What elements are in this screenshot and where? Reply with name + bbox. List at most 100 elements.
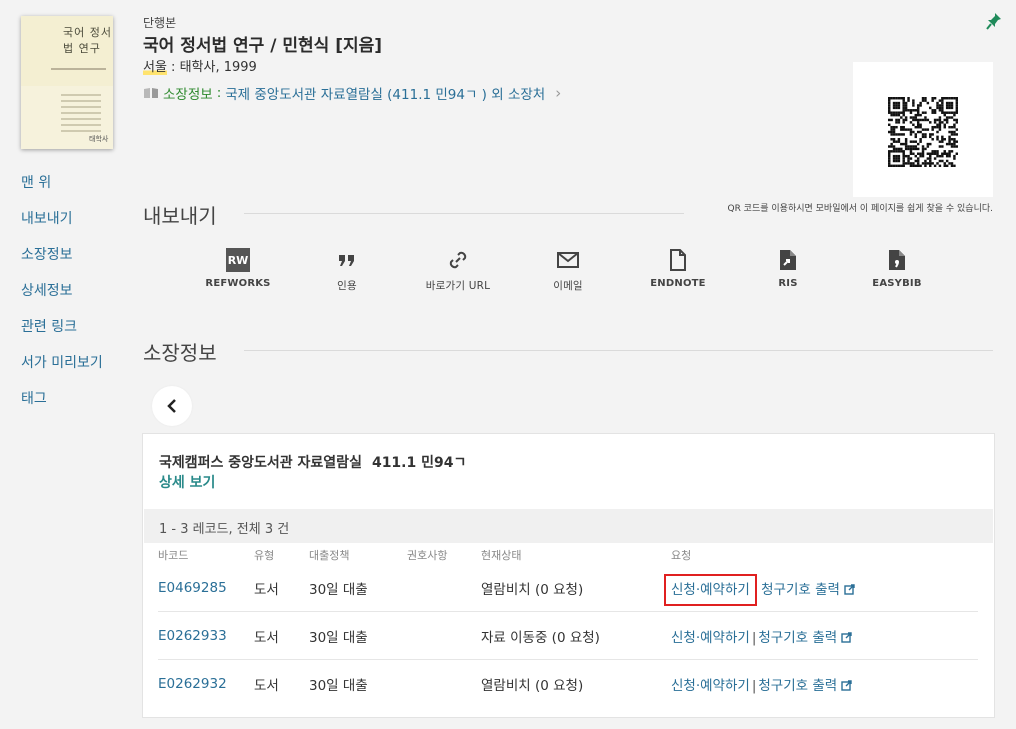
qr-code xyxy=(853,62,993,197)
divider xyxy=(244,213,684,214)
type-cell: 도서 xyxy=(254,611,309,660)
external-link-icon xyxy=(844,583,855,595)
print-call-number-link[interactable]: 청구기호 출력 xyxy=(761,582,855,598)
barcode-cell[interactable]: E0262932 xyxy=(158,660,254,708)
record-count-bar: 1 - 3 레코드, 전체 3 건 xyxy=(144,509,993,543)
column-header: 대출정책 xyxy=(309,549,350,562)
holding-label: 소장정보 xyxy=(163,87,213,103)
request-reserve-link[interactable]: 신청·예약하기 xyxy=(664,573,757,606)
book-title: 국어 정서법 연구 / 민현식 [지음] xyxy=(143,36,383,56)
endnote-file-icon xyxy=(670,249,686,271)
export-cite-button[interactable]: 인용 xyxy=(302,248,392,293)
nav-item-shelf-preview[interactable]: 서가 미리보기 xyxy=(21,354,103,390)
location-name: 국제캠퍼스 중앙도서관 자료열람실 xyxy=(159,455,362,471)
export-easybib-button[interactable]: EASYBIB xyxy=(852,248,942,289)
print-call-number-label: 청구기호 출력 xyxy=(758,677,838,694)
prev-button[interactable] xyxy=(152,386,192,426)
nav-item-top[interactable]: 맨 위 xyxy=(21,174,103,210)
barcode-cell[interactable]: E0469285 xyxy=(158,564,254,612)
type-cell: 도서 xyxy=(254,677,279,694)
status-cell: 자료 이동중 (0 요청) xyxy=(481,611,671,660)
volume-cell xyxy=(407,564,481,612)
holding-location: 국제캠퍼스 중앙도서관 자료열람실 411.1 민94ㄱ xyxy=(159,452,466,472)
request-cell: 신청·예약하기 | 청구기호 출력 xyxy=(671,660,978,708)
separator: | xyxy=(751,629,757,646)
export-label: ENDNOTE xyxy=(650,278,706,289)
detail-view-link[interactable]: 상세 보기 xyxy=(159,472,215,492)
export-shortcut-url-button[interactable]: 바로가기 URL xyxy=(413,248,503,293)
column-header: 요청 xyxy=(671,549,692,562)
pin-icon[interactable] xyxy=(986,12,1002,30)
left-nav: 맨 위 내보내기 소장정보 상세정보 관련 링크 서가 미리보기 태그 xyxy=(21,174,103,426)
ris-file-icon xyxy=(780,250,796,270)
separator: | xyxy=(751,677,757,694)
holdings-section-title: 소장정보 xyxy=(143,341,217,365)
export-label: EASYBIB xyxy=(872,278,922,289)
external-link-icon xyxy=(841,679,852,691)
chevron-right-icon: › xyxy=(555,84,562,102)
quote-icon xyxy=(339,255,354,266)
cover-publisher: 태학사 xyxy=(89,135,109,143)
holding-card: 국제캠퍼스 중앙도서관 자료열람실 411.1 민94ㄱ 상세 보기 1 - 3 … xyxy=(142,433,995,718)
chevron-left-icon xyxy=(167,399,176,413)
cover-title: 국어 정서법 연구 xyxy=(63,26,112,55)
status-cell: 열람비치 (0 요청) xyxy=(481,564,671,612)
column-header: 권호사항 xyxy=(407,549,448,562)
export-label: RIS xyxy=(778,278,798,289)
nav-item-related-links[interactable]: 관련 링크 xyxy=(21,318,103,354)
holding-summary-link[interactable]: 소장정보 : 국제 중앙도서관 자료열람실 (411.1 민94ㄱ ) 외 소장… xyxy=(143,83,561,103)
export-label: 인용 xyxy=(337,280,357,292)
table-header-row: 바코드 유형 대출정책 권호사항 현재상태 요청 xyxy=(158,546,978,564)
publisher-place: 서울 xyxy=(143,60,167,75)
policy-cell: 30일 대출 xyxy=(309,564,407,612)
email-icon xyxy=(557,252,579,268)
material-type-label: 단행본 xyxy=(143,16,177,30)
print-call-number-label: 청구기호 출력 xyxy=(761,581,840,598)
export-ris-button[interactable]: RIS xyxy=(743,248,833,289)
nav-item-details[interactable]: 상세정보 xyxy=(21,282,103,318)
volume-cell xyxy=(407,660,481,708)
easybib-file-icon xyxy=(889,250,905,270)
column-header: 바코드 xyxy=(158,549,189,562)
print-call-number-label: 청구기호 출력 xyxy=(758,629,838,646)
publisher-rest: : 태학사, 1999 xyxy=(166,60,257,75)
publisher-info: 서울 : 태학사, 1999 xyxy=(143,56,257,75)
record-count: 1 - 3 레코드, 전체 3 건 xyxy=(159,522,290,537)
print-call-number-link[interactable]: 청구기호 출력 xyxy=(758,678,852,694)
export-label: REFWORKS xyxy=(205,278,271,289)
type-cell: 도서 xyxy=(254,564,309,612)
items-table: 바코드 유형 대출정책 권호사항 현재상태 요청 E0469285 도서 30일… xyxy=(158,546,978,707)
export-label: 이메일 xyxy=(553,280,583,292)
external-link-icon xyxy=(841,631,852,643)
policy-cell: 30일 대출 xyxy=(309,677,368,694)
export-refworks-button[interactable]: RW REFWORKS xyxy=(193,248,283,289)
request-cell: 신청·예약하기 | 청구기호 출력 xyxy=(671,611,978,660)
barcode-cell[interactable]: E0262933 xyxy=(158,611,254,660)
export-section-title: 내보내기 xyxy=(143,204,217,228)
column-header: 유형 xyxy=(254,549,275,562)
link-icon xyxy=(449,251,467,269)
book-open-icon xyxy=(144,88,158,98)
export-email-button[interactable]: 이메일 xyxy=(523,248,613,293)
volume-cell xyxy=(407,611,481,660)
call-number: 411.1 민94ㄱ xyxy=(371,455,467,471)
refworks-icon: RW xyxy=(226,248,250,272)
request-reserve-link[interactable]: 신청·예약하기 xyxy=(671,678,750,694)
column-header: 현재상태 xyxy=(481,549,522,562)
holding-value: 국제 중앙도서관 자료열람실 (411.1 민94ㄱ ) 외 소장처 xyxy=(225,87,546,103)
divider xyxy=(244,350,993,351)
nav-item-export[interactable]: 내보내기 xyxy=(21,210,103,246)
export-endnote-button[interactable]: ENDNOTE xyxy=(633,248,723,289)
table-row: E0262933 도서 30일 대출 자료 이동중 (0 요청) 신청·예약하기… xyxy=(158,611,978,660)
nav-item-holdings[interactable]: 소장정보 xyxy=(21,246,103,282)
print-call-number-link[interactable]: 청구기호 출력 xyxy=(758,630,852,646)
policy-cell: 30일 대출 xyxy=(309,611,407,660)
export-label: 바로가기 URL xyxy=(425,280,491,292)
request-reserve-link[interactable]: 신청·예약하기 xyxy=(671,630,750,646)
nav-item-tags[interactable]: 태그 xyxy=(21,390,103,426)
status-cell: 열람비치 (0 요청) xyxy=(481,677,584,694)
table-row: E0469285 도서 30일 대출 열람비치 (0 요청) 신청·예약하기 청… xyxy=(158,564,978,612)
request-cell: 신청·예약하기 청구기호 출력 xyxy=(664,564,978,612)
table-row: E0262932 도서 30일 대출 열람비치 (0 요청) 신청·예약하기 | 청… xyxy=(158,660,978,708)
book-cover-image: 국어 정서법 연구 태학사 xyxy=(21,16,113,149)
